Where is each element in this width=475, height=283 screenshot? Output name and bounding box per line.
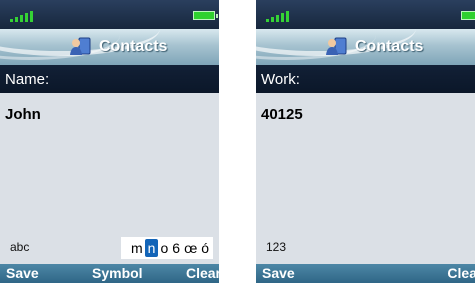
page-title: Contacts — [355, 38, 424, 55]
title-bar: Contacts — [256, 29, 475, 65]
signal-strength-icon — [266, 8, 296, 22]
status-bar — [256, 0, 475, 29]
battery-icon — [461, 11, 475, 20]
char-option[interactable]: m — [129, 239, 145, 257]
field-label: Work: — [261, 71, 300, 88]
contacts-icon — [326, 37, 347, 55]
field-label-bar: Name: — [0, 65, 219, 93]
title-bar: Contacts — [0, 29, 219, 65]
name-field-value[interactable]: John — [5, 106, 41, 123]
char-option[interactable]: 6 — [170, 239, 182, 257]
symbol-softkey[interactable]: Symbol — [92, 265, 143, 281]
input-mode-indicator: abc — [10, 240, 30, 254]
phone-screen-name-entry: Contacts Name: John abc m n o 6 œ ó Save… — [0, 0, 219, 283]
field-label: Name: — [5, 71, 50, 88]
char-option[interactable]: o — [158, 239, 170, 257]
status-bar — [0, 0, 219, 29]
contacts-icon — [70, 37, 91, 55]
page-title: Contacts — [99, 38, 168, 55]
character-picker[interactable]: m n o 6 œ ó — [121, 237, 214, 259]
text-input-area[interactable]: John abc m n o 6 œ ó — [0, 93, 219, 264]
save-softkey[interactable]: Save — [262, 265, 295, 281]
input-mode-indicator: 123 — [266, 240, 287, 254]
work-field-value[interactable]: 40125 — [261, 106, 303, 123]
char-option[interactable]: ó — [199, 239, 211, 257]
softkey-bar: Save Symbol Clear — [0, 264, 219, 283]
battery-icon — [193, 11, 218, 20]
softkey-bar: Save Clea — [256, 264, 475, 283]
char-option-selected[interactable]: n — [144, 239, 159, 257]
char-option[interactable]: œ — [182, 239, 199, 257]
field-label-bar: Work: — [256, 65, 475, 93]
text-input-area[interactable]: 40125 123 — [256, 93, 475, 264]
save-softkey[interactable]: Save — [6, 265, 39, 281]
phone-screen-work-entry: Contacts Work: 40125 123 Save Clea — [256, 0, 475, 283]
clear-softkey[interactable]: Clea — [447, 265, 475, 281]
clear-softkey[interactable]: Clear — [186, 265, 219, 281]
signal-strength-icon — [10, 8, 40, 22]
